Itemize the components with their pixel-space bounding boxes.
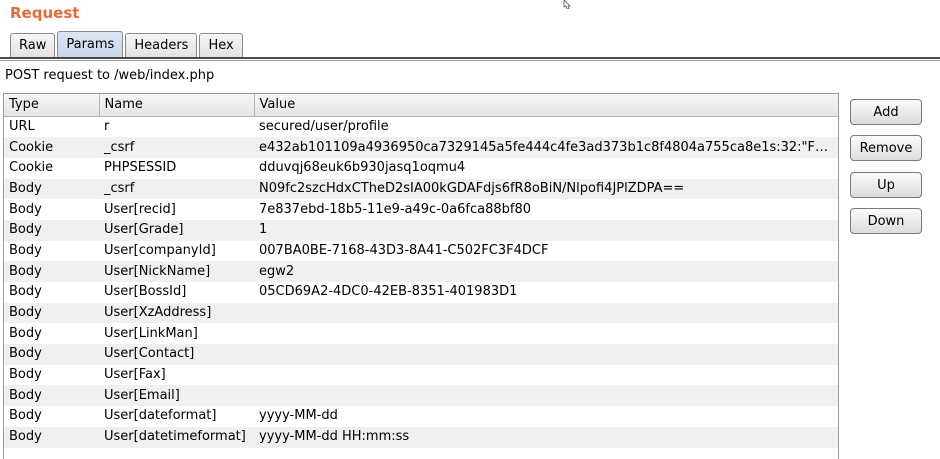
down-button[interactable]: Down bbox=[850, 207, 922, 234]
tab-divider bbox=[0, 57, 940, 59]
cell-name[interactable]: User[dateformat] bbox=[99, 406, 254, 427]
tab-bar: Raw Params Headers Hex bbox=[10, 31, 245, 58]
tab-divider-shadow bbox=[0, 60, 940, 61]
cell-type[interactable]: Body bbox=[4, 323, 99, 345]
cell-value[interactable]: yyyy-MM-dd bbox=[254, 406, 838, 427]
table-row[interactable]: URL r secured/user/profile bbox=[4, 116, 838, 138]
table-row[interactable]: Body User[Fax] bbox=[4, 364, 838, 386]
tab-params[interactable]: Params bbox=[57, 31, 124, 58]
cell-name[interactable]: User[Email] bbox=[99, 385, 254, 407]
cell-name[interactable]: User[BossId] bbox=[99, 282, 254, 303]
table-body: URL r secured/user/profile Cookie _csrf e432a… bbox=[4, 116, 838, 448]
mouse-pointer-icon bbox=[563, 0, 571, 9]
cell-value[interactable]: 7e837ebd-18b5-11e9-a49c-0a6fca88bf80 bbox=[254, 199, 838, 220]
cell-name[interactable]: User[NickName] bbox=[99, 261, 254, 282]
cell-type[interactable]: Body bbox=[4, 406, 99, 427]
tab-hex[interactable]: Hex bbox=[199, 33, 243, 57]
cell-value[interactable]: dduvqj68euk6b930jasq1oqmu4 bbox=[254, 157, 838, 179]
cell-name[interactable]: User[Contact] bbox=[99, 344, 254, 365]
tab-raw[interactable]: Raw bbox=[10, 33, 56, 57]
cell-value[interactable]: N09fc2szcHdxCTheD2sIA00kGDAFdjs6fR8oBiN/… bbox=[254, 178, 838, 200]
add-button[interactable]: Add bbox=[850, 99, 922, 125]
table-row[interactable]: Body User[LinkMan] bbox=[4, 323, 838, 345]
cell-value[interactable] bbox=[254, 385, 838, 407]
cell-type[interactable]: Body bbox=[4, 426, 99, 448]
cell-value[interactable] bbox=[254, 323, 838, 345]
cell-value[interactable]: egw2 bbox=[254, 261, 838, 282]
table-row[interactable]: Body User[dateformat] yyyy-MM-dd bbox=[4, 406, 838, 427]
cell-value[interactable]: secured/user/profile bbox=[254, 116, 838, 138]
cell-name[interactable]: User[datetimeformat] bbox=[99, 426, 254, 448]
cell-name[interactable]: r bbox=[99, 116, 254, 138]
table-row[interactable]: Body User[NickName] egw2 bbox=[4, 261, 838, 282]
cell-value[interactable]: 007BA0BE-7168-43D3-8A41-C502FC3F4DCF bbox=[254, 240, 838, 262]
table-row[interactable]: Cookie _csrf e432ab101109a4936950ca7329145… bbox=[4, 137, 838, 158]
action-buttons: Add Remove Up Down bbox=[850, 99, 922, 244]
cell-type[interactable]: Body bbox=[4, 282, 99, 303]
cell-type[interactable]: URL bbox=[4, 116, 99, 138]
cell-value[interactable] bbox=[254, 302, 838, 324]
column-header-value[interactable]: Value bbox=[254, 94, 838, 117]
table-row[interactable]: Body User[BossId] 05CD69A2-4DC0-42EB-8351-… bbox=[4, 282, 838, 303]
cell-type[interactable]: Body bbox=[4, 385, 99, 407]
request-summary: POST request to /web/index.php bbox=[5, 68, 215, 83]
cell-type[interactable]: Body bbox=[4, 178, 99, 200]
cell-type[interactable]: Body bbox=[4, 240, 99, 262]
cell-name[interactable]: PHPSESSID bbox=[99, 157, 254, 179]
cell-name[interactable]: User[Fax] bbox=[99, 364, 254, 386]
cell-value[interactable]: 1 bbox=[254, 219, 838, 241]
cell-value[interactable]: e432ab101109a4936950ca7329145a5fe444c4fe… bbox=[254, 137, 838, 158]
table-header-row: Type Name Value bbox=[4, 94, 838, 117]
cell-type[interactable]: Body bbox=[4, 302, 99, 324]
table-row[interactable]: Cookie PHPSESSID dduvqj68euk6b930jasq1oqmu… bbox=[4, 157, 838, 179]
cell-value[interactable]: 05CD69A2-4DC0-42EB-8351-401983D1 bbox=[254, 282, 838, 303]
cell-name[interactable]: User[recid] bbox=[99, 199, 254, 220]
up-button[interactable]: Up bbox=[850, 171, 922, 198]
params-table: Type Name Value URL r secured/user/profile… bbox=[3, 93, 839, 459]
table-row[interactable]: Body User[datetimeformat] yyyy-MM-dd HH:mm… bbox=[4, 426, 838, 448]
table-row[interactable]: Body User[Grade] 1 bbox=[4, 219, 838, 241]
cell-type[interactable]: Body bbox=[4, 199, 99, 220]
tab-headers[interactable]: Headers bbox=[125, 33, 198, 57]
table-row[interactable]: Body User[companyId] 007BA0BE-7168-43D3-8A… bbox=[4, 240, 838, 262]
column-header-type[interactable]: Type bbox=[4, 94, 100, 117]
table-row[interactable]: Body _csrf N09fc2szcHdxCTheD2sIA00kGDAFdjs… bbox=[4, 178, 838, 200]
cell-type[interactable]: Body bbox=[4, 219, 99, 241]
table-row[interactable]: Body User[recid] 7e837ebd-18b5-11e9-a49c-0… bbox=[4, 199, 838, 220]
cell-name[interactable]: User[Grade] bbox=[99, 219, 254, 241]
cell-name[interactable]: _csrf bbox=[99, 178, 254, 200]
cell-name[interactable]: User[XzAddress] bbox=[99, 302, 254, 324]
column-header-name[interactable]: Name bbox=[99, 94, 255, 117]
cell-value[interactable] bbox=[254, 344, 838, 365]
remove-button[interactable]: Remove bbox=[850, 135, 922, 162]
cell-type[interactable]: Cookie bbox=[4, 137, 99, 158]
cell-name[interactable]: User[LinkMan] bbox=[99, 323, 254, 345]
panel-title: Request bbox=[10, 4, 80, 22]
cell-value[interactable] bbox=[254, 364, 838, 386]
cell-type[interactable]: Body bbox=[4, 261, 99, 282]
cell-type[interactable]: Cookie bbox=[4, 157, 99, 179]
cell-name[interactable]: _csrf bbox=[99, 137, 254, 158]
cell-type[interactable]: Body bbox=[4, 364, 99, 386]
table-row[interactable]: Body User[Contact] bbox=[4, 344, 838, 365]
table-row[interactable]: Body User[Email] bbox=[4, 385, 838, 407]
cell-value[interactable]: yyyy-MM-dd HH:mm:ss bbox=[254, 426, 838, 448]
cell-name[interactable]: User[companyId] bbox=[99, 240, 254, 262]
table-row[interactable]: Body User[XzAddress] bbox=[4, 302, 838, 324]
cell-type[interactable]: Body bbox=[4, 344, 99, 365]
